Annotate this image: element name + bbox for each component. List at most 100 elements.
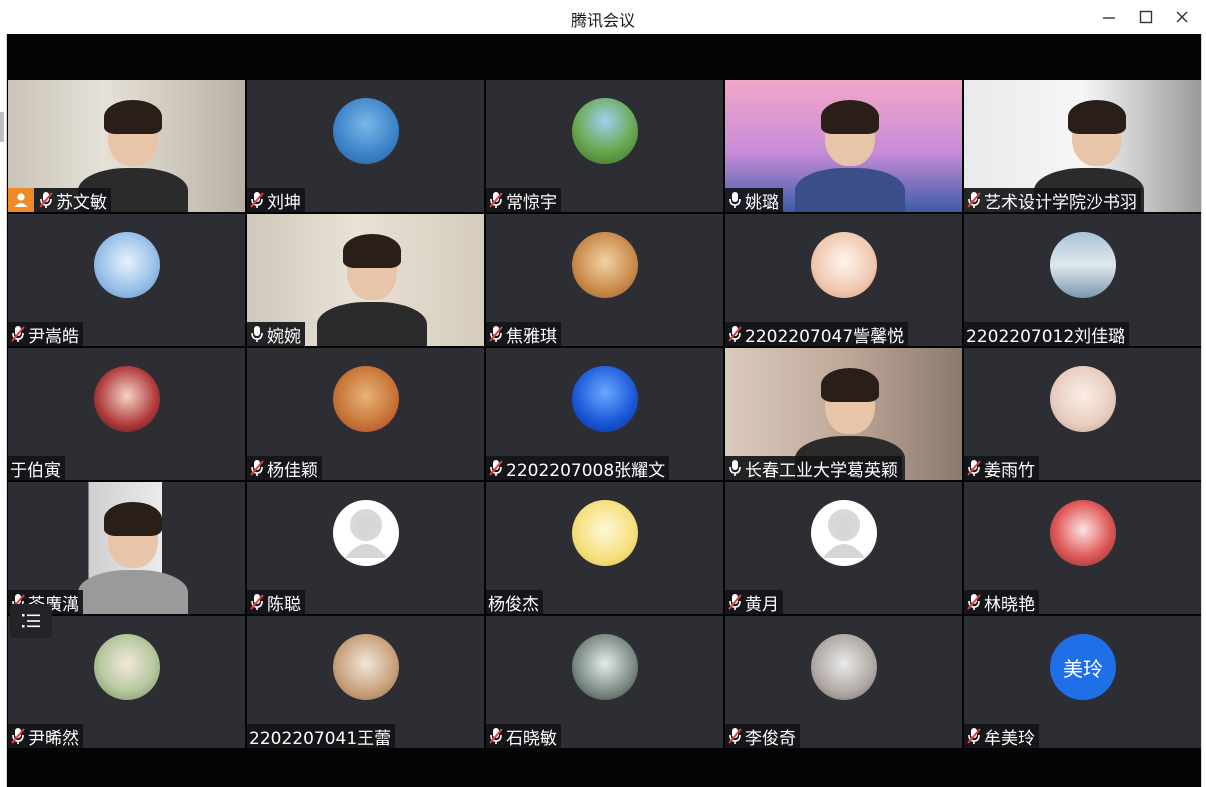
person-face [343, 234, 401, 300]
participant-tile[interactable]: 美玲 牟美玲 [964, 616, 1201, 748]
person-face [821, 368, 879, 434]
participant-tile[interactable]: 2202207012刘佳璐 [964, 214, 1201, 346]
mic-muted-icon [728, 594, 742, 610]
participant-name: 2202207012刘佳璐 [966, 326, 1126, 347]
participant-tile[interactable]: 李俊奇 [725, 616, 962, 748]
participant-name-bar: 尹嵩皓 [8, 322, 83, 346]
participant-name-bar: 姜雨竹 [964, 456, 1039, 480]
participant-name-bar: 婉婉 [247, 322, 305, 346]
participant-tile[interactable]: 杨俊杰 [486, 482, 723, 614]
mic-muted-icon [11, 728, 25, 744]
mic-muted-icon [39, 192, 53, 208]
mic-muted-icon [489, 460, 503, 476]
mic-muted-icon [728, 728, 742, 744]
participant-tile[interactable]: 杨佳颖 [247, 348, 484, 480]
person-face [821, 100, 879, 166]
person-body [78, 570, 188, 614]
participant-tile[interactable]: 常惊宇 [486, 80, 723, 212]
participant-name: 杨佳颖 [267, 460, 318, 481]
participant-name: 石晓敏 [506, 728, 557, 749]
mic-muted-icon [250, 594, 264, 610]
participant-name-bar: 牟美玲 [964, 724, 1039, 748]
participant-list-button[interactable] [10, 604, 52, 638]
edge-handle [0, 112, 4, 142]
participant-name: 姚璐 [745, 192, 779, 213]
participant-avatar [94, 366, 160, 432]
participant-name-bar: 焦雅琪 [486, 322, 561, 346]
participant-name-bar: 姚璐 [725, 188, 783, 212]
participant-name-bar: 2202207012刘佳璐 [964, 322, 1130, 347]
participant-tile[interactable]: 于伯寅 [8, 348, 245, 480]
window-frame-left [0, 34, 7, 787]
participant-name: 林晓艳 [984, 594, 1035, 615]
participant-tile[interactable]: 焦雅琪 [486, 214, 723, 346]
participant-tile[interactable]: 林晓艳 [964, 482, 1201, 614]
participant-tile[interactable]: 苓廣澫 [8, 482, 245, 614]
mic-icon [729, 192, 741, 208]
minimize-button[interactable] [1092, 4, 1126, 30]
participant-name-bar: 陈聪 [247, 590, 305, 614]
mic-muted-icon [967, 594, 981, 610]
person-body [795, 168, 905, 212]
participant-name-bar: 杨俊杰 [486, 590, 543, 614]
participant-name: 陈聪 [267, 594, 301, 615]
participant-tile[interactable]: 陈聪 [247, 482, 484, 614]
participant-avatar [1050, 232, 1116, 298]
participant-name-bar: 于伯寅 [8, 456, 65, 480]
participant-tile[interactable]: 姜雨竹 [964, 348, 1201, 480]
mic-muted-icon [967, 192, 981, 208]
participant-tile[interactable]: 苏文敏 [8, 80, 245, 212]
participant-tile[interactable]: 长春工业大学葛英颖 [725, 348, 962, 480]
participant-avatar [333, 634, 399, 700]
participant-tile[interactable]: 石晓敏 [486, 616, 723, 748]
participant-name: 姜雨竹 [984, 460, 1035, 481]
participant-tile[interactable]: 婉婉 [247, 214, 484, 346]
person-face [1068, 100, 1126, 166]
participant-avatar [572, 98, 638, 164]
close-button[interactable] [1165, 4, 1199, 30]
participant-avatar [333, 98, 399, 164]
participant-name-bar: 常惊宇 [486, 188, 561, 212]
participant-grid: 苏文敏 刘坤 常惊宇 姚璐 艺术设计学院沙书羽尹嵩皓 婉婉 焦雅琪 2202207047訾馨悦… [8, 80, 1201, 750]
participant-name-bar: 林晓艳 [964, 590, 1039, 614]
participant-avatar [572, 366, 638, 432]
participant-name: 常惊宇 [506, 192, 557, 213]
person-body [317, 302, 427, 346]
participant-name: 李俊奇 [745, 728, 796, 749]
participant-name: 尹嵩皓 [28, 326, 79, 347]
mic-muted-icon [489, 728, 503, 744]
mic-muted-icon [728, 326, 742, 342]
mic-muted-icon [967, 460, 981, 476]
participant-avatar [333, 500, 399, 566]
participant-avatar [572, 232, 638, 298]
window-frame-right [1201, 34, 1206, 787]
participant-avatar [572, 634, 638, 700]
participant-tile[interactable]: 2202207041王蕾 [247, 616, 484, 748]
participant-name: 长春工业大学葛英颖 [745, 460, 898, 481]
participant-name: 刘坤 [267, 192, 301, 213]
user-icon [8, 188, 34, 212]
participant-name-bar: 2202207041王蕾 [247, 724, 396, 748]
participant-name-bar: 2202207047訾馨悦 [725, 322, 909, 346]
mic-muted-icon [250, 192, 264, 208]
participant-name-bar: 李俊奇 [725, 724, 800, 748]
participant-avatar [572, 500, 638, 566]
participant-avatar [811, 500, 877, 566]
person-face [104, 100, 162, 166]
participant-name: 杨俊杰 [488, 594, 539, 615]
close-icon [1176, 11, 1188, 23]
participant-name-bar: 杨佳颖 [247, 456, 322, 480]
participant-tile[interactable]: 刘坤 [247, 80, 484, 212]
maximize-button[interactable] [1129, 4, 1163, 30]
maximize-icon [1139, 10, 1153, 24]
participant-tile[interactable]: 2202207008张耀文 [486, 348, 723, 480]
participant-tile[interactable]: 尹嵩皓 [8, 214, 245, 346]
participant-tile[interactable]: 艺术设计学院沙书羽 [964, 80, 1201, 212]
participant-tile[interactable]: 2202207047訾馨悦 [725, 214, 962, 346]
participant-name-bar: 黄月 [725, 590, 783, 614]
participant-avatar [94, 232, 160, 298]
participant-tile[interactable]: 姚璐 [725, 80, 962, 212]
participant-tile[interactable]: 黄月 [725, 482, 962, 614]
participant-avatar: 美玲 [1050, 634, 1116, 700]
participant-name-bar: 2202207008张耀文 [486, 456, 670, 480]
